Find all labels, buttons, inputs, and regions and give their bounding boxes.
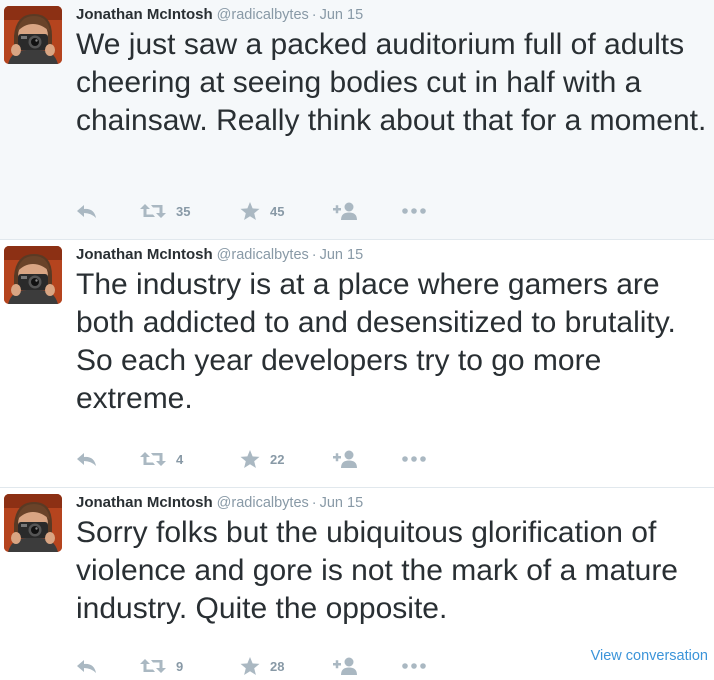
header-separator: · <box>311 7 317 23</box>
tweet-header: Jonathan McIntosh @radicalbytes · Jun 15 <box>76 244 363 266</box>
tweet-header: Jonathan McIntosh @radicalbytes · Jun 15 <box>76 4 363 26</box>
more-button[interactable] <box>402 199 426 223</box>
retweet-count: 9 <box>176 658 184 674</box>
header-separator: · <box>311 247 317 263</box>
retweet-button[interactable]: 4 <box>140 447 183 471</box>
user-handle[interactable]: @radicalbytes <box>217 247 309 263</box>
more-button[interactable] <box>402 654 426 678</box>
favorite-count: 28 <box>270 658 285 674</box>
user-fullname[interactable]: Jonathan McIntosh <box>76 494 213 511</box>
tweet-timestamp[interactable]: Jun 15 <box>320 7 364 23</box>
reply-button[interactable] <box>76 654 98 678</box>
follow-button[interactable] <box>333 447 359 471</box>
tweet-timestamp[interactable]: Jun 15 <box>320 247 364 263</box>
follow-button[interactable] <box>333 199 359 223</box>
user-handle[interactable]: @radicalbytes <box>217 495 309 511</box>
header-separator: · <box>311 495 317 511</box>
tweet-text: We just saw a packed auditorium full of … <box>76 28 707 137</box>
reply-icon <box>77 660 96 673</box>
follow-button[interactable] <box>333 654 359 678</box>
star-icon <box>240 201 260 220</box>
reply-icon <box>77 453 96 466</box>
reply-icon <box>77 205 96 218</box>
tweet-header: Jonathan McIntosh @radicalbytes · Jun 15 <box>76 492 363 514</box>
retweet-icon <box>140 204 166 218</box>
avatar[interactable] <box>4 494 62 552</box>
star-icon <box>240 656 260 675</box>
retweet-button[interactable]: 9 <box>140 654 183 678</box>
reply-button[interactable] <box>76 199 98 223</box>
favorite-count: 45 <box>270 203 285 219</box>
tweet-actions: 35 45 <box>76 199 706 223</box>
star-icon <box>240 449 260 468</box>
follow-icon <box>333 657 357 675</box>
favorite-count: 22 <box>270 451 285 467</box>
favorite-button[interactable]: 28 <box>240 654 284 678</box>
retweet-button[interactable]: 35 <box>140 199 190 223</box>
follow-icon <box>333 450 357 468</box>
tweet-text: The industry is at a place where gamers … <box>76 268 676 415</box>
retweet-count: 35 <box>176 203 191 219</box>
tweet[interactable]: Jonathan McIntosh @radicalbytes · Jun 15 So… <box>0 488 714 680</box>
more-icon <box>402 663 426 669</box>
retweet-count: 4 <box>176 451 184 467</box>
favorite-button[interactable]: 22 <box>240 447 284 471</box>
avatar[interactable] <box>4 246 62 304</box>
user-fullname[interactable]: Jonathan McIntosh <box>76 246 213 263</box>
more-button[interactable] <box>402 447 426 471</box>
user-handle[interactable]: @radicalbytes <box>217 7 309 23</box>
retweet-icon <box>140 659 166 673</box>
retweet-icon <box>140 452 166 466</box>
reply-button[interactable] <box>76 447 98 471</box>
favorite-button[interactable]: 45 <box>240 199 284 223</box>
more-icon <box>402 208 426 214</box>
tweet-timeline: Jonathan McIntosh @radicalbytes · Jun 15 We… <box>0 0 714 680</box>
user-fullname[interactable]: Jonathan McIntosh <box>76 6 213 23</box>
tweet[interactable]: Jonathan McIntosh @radicalbytes · Jun 15 We… <box>0 0 714 240</box>
tweet-timestamp[interactable]: Jun 15 <box>320 495 364 511</box>
view-conversation-link[interactable]: View conversation <box>591 648 708 664</box>
tweet-text: Sorry folks but the ubiquitous glorifica… <box>76 516 678 625</box>
follow-icon <box>333 202 357 220</box>
tweet-actions: 4 22 <box>76 447 706 471</box>
avatar[interactable] <box>4 6 62 64</box>
tweet[interactable]: Jonathan McIntosh @radicalbytes · Jun 15 Th… <box>0 240 714 488</box>
more-icon <box>402 456 426 462</box>
